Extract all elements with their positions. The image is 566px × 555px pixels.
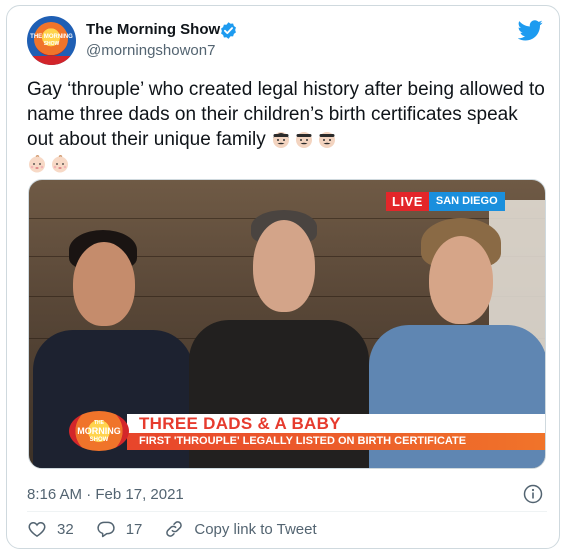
reply-count: 17 <box>125 520 143 538</box>
reply-icon <box>97 521 115 538</box>
tweet-actions: 32 17 Copy link to Tweet <box>27 518 339 540</box>
lower-third-banner: THREE DADS & A BABY FIRST 'THROUPLE' LEG… <box>69 411 545 451</box>
like-count: 32 <box>57 520 74 538</box>
avatar-text-line2: SHOW <box>43 41 60 47</box>
link-icon <box>166 521 183 537</box>
tweet-timestamp[interactable]: 8:16 AM · Feb 17, 2021 <box>27 486 184 503</box>
copy-link-button[interactable]: Copy link to Tweet <box>164 519 317 539</box>
verified-badge-icon <box>221 22 236 39</box>
man-emoji-icon <box>273 132 289 148</box>
baby-emoji-icon <box>29 155 45 173</box>
show-logo-line2: MORNING <box>77 426 121 436</box>
divider <box>27 511 547 512</box>
user-handle[interactable]: @morningshowon7 <box>86 42 215 59</box>
avatar[interactable]: THE MORNING SHOW <box>27 16 76 65</box>
twitter-bird-icon[interactable] <box>518 20 543 41</box>
man-emoji-icon <box>319 132 335 148</box>
live-badge: LIVE SAN DIEGO <box>386 192 505 211</box>
tweet-text: Gay ‘throuple’ who created legal history… <box>27 77 547 177</box>
info-icon[interactable] <box>523 484 543 504</box>
show-logo-line3: SHOW <box>89 437 109 443</box>
man-emoji-icon <box>296 132 312 148</box>
display-name[interactable]: The Morning Show <box>86 21 220 38</box>
headline-text: THREE DADS & A BABY <box>127 414 545 433</box>
subheadline-text: FIRST 'THROUPLE' LEGALLY LISTED ON BIRTH… <box>127 433 545 450</box>
copy-link-label: Copy link to Tweet <box>194 520 317 538</box>
like-button[interactable]: 32 <box>27 519 74 539</box>
location-label: SAN DIEGO <box>428 192 505 211</box>
live-label: LIVE <box>386 192 429 211</box>
avatar-text-line1: THE MORNING <box>30 34 73 40</box>
avatar-stripe <box>27 56 76 65</box>
tweet-card[interactable]: THE MORNING SHOW The Morning Show @morni… <box>6 5 560 549</box>
baby-emoji-icon <box>52 155 68 173</box>
tweet-media-image[interactable]: LIVE SAN DIEGO THREE DADS & A BABY FIRST… <box>28 179 546 469</box>
heart-icon <box>28 521 46 537</box>
reply-button[interactable]: 17 <box>96 519 143 539</box>
show-logo-icon: THE MORNING SHOW <box>69 411 129 451</box>
